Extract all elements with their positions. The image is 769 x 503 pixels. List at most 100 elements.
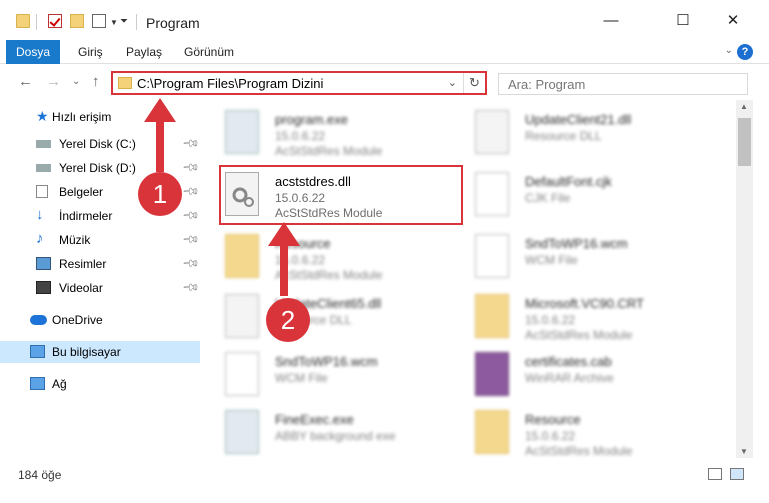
sidebar-item-label: OneDrive [52, 313, 103, 327]
tab-view[interactable]: Görünüm [184, 40, 234, 64]
address-path[interactable]: C:\Program Files\Program Dizini [137, 76, 323, 91]
details-view-icon[interactable] [708, 468, 722, 480]
file-item[interactable]: SndToWP16.wcm WCM File [205, 346, 455, 404]
file-type: WCM File [525, 253, 578, 267]
sidebar-item-label: Videolar [59, 281, 103, 295]
tiles-view-icon[interactable] [730, 468, 744, 480]
file-version: 15.0.6.22 [525, 429, 576, 443]
title-bar: ▼ ⏷ Program — ☐ ✕ [0, 0, 769, 40]
documents-icon [36, 185, 48, 198]
properties-check-icon[interactable] [48, 14, 62, 28]
refresh-icon[interactable]: ↻ [463, 73, 485, 93]
forward-icon[interactable]: → [46, 73, 61, 90]
search-placeholder: Ara: Program [508, 77, 586, 92]
file-item[interactable]: Resource 15.0.6.22 AcStStdRes Module [205, 228, 455, 286]
sidebar-item-label: İndirmeler [59, 209, 113, 223]
maximize-button[interactable]: ☐ [660, 8, 706, 34]
file-name: UpdateClient21.dll [525, 112, 632, 127]
file-version: 15.0.6.22 [275, 253, 326, 267]
address-bar[interactable]: C:\Program Files\Program Dizini ⌄ ↻ [111, 71, 487, 95]
view-options-icon[interactable] [92, 14, 106, 28]
file-type: CJK File [525, 191, 571, 205]
file-item[interactable]: SndToWP16.wcm WCM File [455, 228, 705, 286]
new-folder-icon[interactable] [70, 14, 84, 28]
search-input[interactable]: Ara: Program [498, 73, 748, 95]
star-icon: ★ [36, 108, 49, 124]
chevron-down-icon[interactable]: ⌄ [725, 45, 733, 56]
sidebar-item-music[interactable]: ♪ Müzik 📌︎ [0, 229, 200, 251]
window-title: Program [146, 15, 200, 31]
file-item[interactable]: Resource 15.0.6.22 AcStStdRes Module [455, 404, 705, 462]
file-item[interactable]: UpdateClient65.dll Resource DLL [205, 288, 455, 346]
recent-dropdown-icon[interactable]: ⌄ [72, 76, 80, 87]
file-name: Resource [525, 412, 581, 427]
sidebar-item-local-disk-d[interactable]: Yerel Disk (D:) 📌︎ [0, 157, 200, 179]
back-icon[interactable]: ← [18, 73, 33, 90]
address-row: ← → ⌄ ↑ C:\Program Files\Program Dizini … [0, 65, 769, 99]
sidebar-item-label: Yerel Disk (C:) [59, 137, 136, 151]
network-icon [30, 377, 45, 390]
archive-icon [475, 352, 509, 396]
scroll-up-icon[interactable]: ▲ [740, 102, 748, 111]
pin-icon[interactable]: 📌︎ [181, 278, 200, 297]
file-item[interactable]: UpdateClient21.dll Resource DLL [455, 104, 705, 162]
sidebar-item-label: Belgeler [59, 185, 104, 199]
chevron-down-icon[interactable]: ⌄ [448, 76, 457, 89]
sidebar-item-onedrive[interactable]: OneDrive [0, 309, 200, 331]
help-icon[interactable]: ? [737, 44, 753, 60]
pin-icon[interactable]: 📌︎ [181, 158, 200, 177]
sidebar-item-this-pc[interactable]: Bu bilgisayar [0, 341, 200, 363]
close-button[interactable]: ✕ [710, 8, 756, 34]
file-item[interactable]: certificates.cab WinRAR Archive [455, 346, 705, 404]
download-icon: ↓ [36, 206, 44, 223]
status-bar: 184 öğe [0, 458, 769, 503]
pin-icon[interactable]: 📌︎ [181, 134, 200, 153]
tab-home[interactable]: Giriş [78, 40, 103, 64]
minimize-button[interactable]: — [588, 8, 634, 34]
drive-icon [36, 164, 51, 172]
music-icon: ♪ [36, 230, 44, 247]
pictures-icon [36, 257, 51, 270]
file-name: FineExec.exe [275, 412, 354, 427]
dll-icon [225, 294, 259, 338]
file-description: ABBY background exe [275, 429, 396, 443]
scroll-thumb[interactable] [738, 118, 751, 166]
folder-icon [225, 234, 259, 278]
sidebar-item-downloads[interactable]: ↓ İndirmeler 📌︎ [0, 205, 200, 227]
file-description: AcStStdRes Module [525, 444, 633, 458]
sidebar-item-pictures[interactable]: Resimler 📌︎ [0, 253, 200, 275]
document-icon [475, 172, 509, 216]
file-item[interactable]: Microsoft.VC90.CRT 15.0.6.22 AcStStdRes … [455, 288, 705, 346]
sidebar-item-label: Resimler [59, 257, 107, 271]
tab-file[interactable]: Dosya [6, 40, 60, 64]
file-item[interactable]: program.exe 15.0.6.22 AcStStdRes Module [205, 104, 455, 162]
file-type: WinRAR Archive [525, 371, 614, 385]
sidebar-item-network[interactable]: Ağ [0, 373, 200, 395]
folder-icon[interactable] [16, 14, 30, 28]
file-item[interactable]: FineExec.exe ABBY background exe [205, 404, 455, 462]
file-name: UpdateClient65.dll [275, 296, 382, 311]
folder-icon [118, 77, 132, 89]
scroll-down-icon[interactable]: ▼ [740, 447, 748, 456]
dropdown-arrow-icon[interactable]: ▼ [110, 18, 118, 27]
sidebar-item-videos[interactable]: Videolar 📌︎ [0, 277, 200, 299]
sidebar-item-quick-access[interactable]: ★ Hızlı erişim [0, 106, 200, 128]
navigation-pane: ★ Hızlı erişim Yerel Disk (C:) 📌︎ Yerel … [0, 100, 200, 458]
sidebar-item-label: Müzik [59, 233, 91, 247]
customize-toolbar-icon[interactable]: ⏷ [120, 16, 128, 27]
sidebar-item-local-disk-c[interactable]: Yerel Disk (C:) 📌︎ [0, 133, 200, 155]
pin-icon[interactable]: 📌︎ [181, 230, 200, 249]
pin-icon[interactable]: 📌︎ [181, 182, 200, 201]
file-name: SndToWP16.wcm [275, 354, 378, 369]
pin-icon[interactable]: 📌︎ [181, 254, 200, 273]
sidebar-item-documents[interactable]: Belgeler 📌︎ [0, 181, 200, 203]
file-item[interactable]: DefaultFont.cjk CJK File [455, 166, 705, 224]
sidebar-item-label: Ağ [52, 377, 67, 391]
pin-icon[interactable]: 📌︎ [181, 206, 200, 225]
computer-icon [30, 345, 45, 358]
up-icon[interactable]: ↑ [92, 73, 100, 90]
file-name: DefaultFont.cjk [525, 174, 612, 189]
vertical-scrollbar[interactable]: ▲ ▼ [736, 100, 753, 458]
tab-share[interactable]: Paylaş [126, 40, 162, 64]
videos-icon [36, 281, 51, 294]
